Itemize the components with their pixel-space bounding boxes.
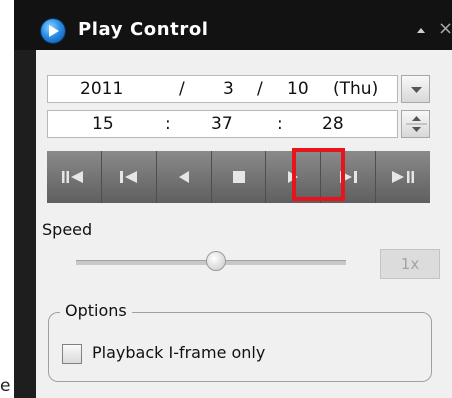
date-separator-1: / — [179, 79, 185, 99]
date-dropdown-button[interactable] — [401, 75, 430, 103]
triangle-up-icon — [417, 28, 425, 33]
pause-rewind-icon — [61, 171, 83, 183]
date-field[interactable]: 2011 / 3 / 10 (Thu) — [47, 75, 398, 103]
skip-to-start-button[interactable] — [47, 151, 102, 203]
app-logo-icon — [41, 19, 65, 43]
iframe-only-label[interactable]: Playback I-frame only — [92, 343, 265, 362]
time-hour: 15 — [92, 114, 114, 134]
skip-back-icon — [119, 171, 137, 183]
play-reverse-icon — [178, 171, 189, 183]
stop-button[interactable] — [212, 151, 267, 203]
date-separator-2: / — [257, 79, 263, 99]
close-button[interactable]: × — [438, 18, 452, 40]
window-title: Play Control — [78, 19, 209, 40]
iframe-only-checkbox[interactable] — [62, 344, 82, 364]
chevron-down-icon — [411, 87, 422, 93]
date-weekday: (Thu) — [333, 79, 379, 99]
options-group-label: Options — [60, 301, 132, 320]
date-month: 3 — [223, 79, 234, 99]
play-button-highlight — [292, 148, 345, 201]
control-panel: 2011 / 3 / 10 (Thu) 15 : 37 : 28 Speed 1… — [36, 50, 452, 398]
time-second: 28 — [322, 114, 344, 134]
skip-to-end-button[interactable] — [376, 151, 430, 203]
date-day: 10 — [287, 79, 309, 99]
speed-label: Speed — [42, 220, 93, 239]
time-spinner[interactable] — [401, 110, 430, 138]
transport-bar — [47, 151, 430, 203]
play-control-window: Play Control × 2011 / 3 / 10 (Thu) 15 : … — [14, 0, 452, 398]
stop-icon — [232, 171, 245, 183]
left-background-strip — [0, 0, 14, 398]
time-separator-2: : — [277, 114, 283, 134]
previous-button[interactable] — [102, 151, 157, 203]
reverse-play-button[interactable] — [157, 151, 212, 203]
date-year: 2011 — [80, 79, 124, 99]
play-pause-icon — [392, 171, 415, 183]
time-separator-1: : — [165, 114, 171, 134]
time-field[interactable]: 15 : 37 : 28 — [47, 110, 398, 138]
speed-value-button[interactable]: 1x — [380, 249, 440, 279]
title-bar[interactable]: Play Control × — [14, 0, 452, 50]
speed-slider-thumb[interactable] — [206, 251, 226, 271]
background-text-fragment: e — [0, 376, 11, 396]
time-minute: 37 — [211, 114, 233, 134]
collapse-button[interactable] — [414, 22, 428, 36]
spin-up-down-icon — [406, 116, 427, 132]
